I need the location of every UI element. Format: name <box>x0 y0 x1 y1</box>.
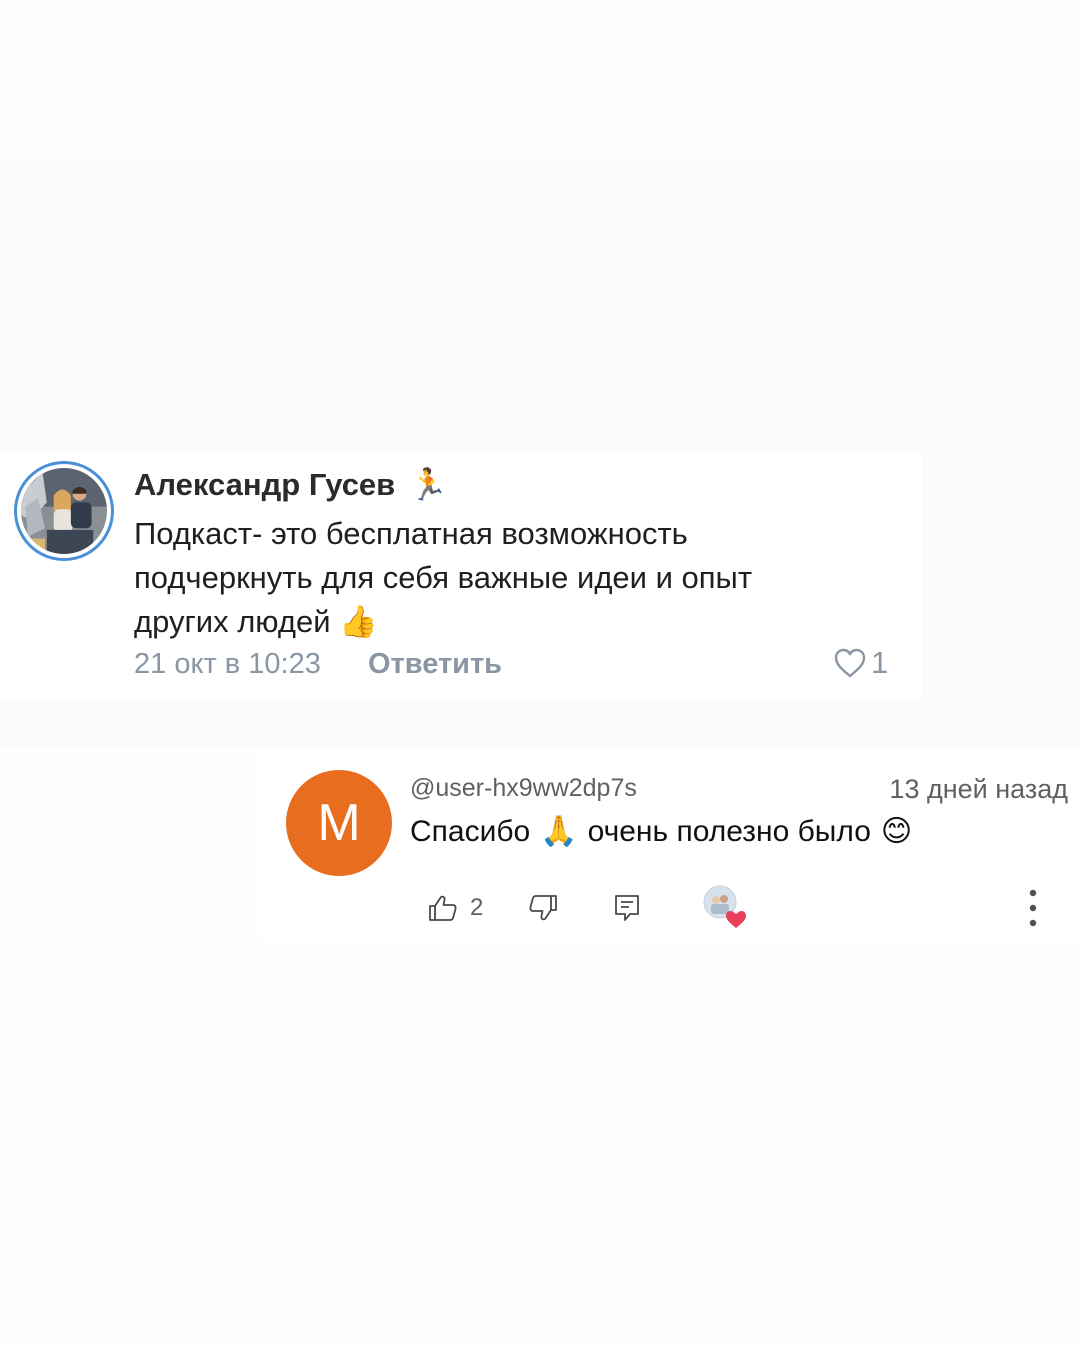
vk-like-button[interactable]: 1 <box>833 645 888 681</box>
thumbs-up-emoji: 👍 <box>339 604 378 639</box>
comment-line-1: Подкаст- это бесплатная возможность <box>134 516 688 551</box>
yt-like-count: 2 <box>470 894 484 921</box>
avatar-letter: M <box>317 794 361 852</box>
vk-author-avatar[interactable] <box>14 461 114 561</box>
yt-reply-button[interactable] <box>612 894 642 927</box>
yt-comment-time: 13 дней назад <box>889 774 1068 804</box>
yt-author-avatar[interactable]: M <box>286 770 392 876</box>
vk-reply-button[interactable]: Ответить <box>368 648 502 681</box>
comment-line-3-text: других людей <box>134 604 331 639</box>
yt-text-part1: Спасибо <box>410 814 531 848</box>
yt-more-button[interactable] <box>1022 888 1044 933</box>
vk-like-count: 1 <box>871 645 889 680</box>
comment-line-2: подчеркнуть для себя важные идеи и опыт <box>134 560 753 595</box>
comment-icon <box>615 895 639 921</box>
smile-emoji: 😊 <box>880 815 913 848</box>
yt-comment-text: Спасибо 🙏 очень полезно было 😊 <box>410 814 922 849</box>
thumb-up-icon <box>429 895 457 921</box>
yt-dislike-button[interactable] <box>528 894 558 927</box>
comment-line-3: других людей 👍 <box>134 600 894 644</box>
more-vertical-icon <box>1029 889 1037 927</box>
yt-author-handle[interactable]: @user-hx9ww2dp7s <box>410 774 637 803</box>
author-name-text: Александр Гусев <box>134 466 396 502</box>
yt-text-part2: очень полезно было <box>587 814 871 848</box>
avatar-photo <box>21 468 107 554</box>
heart-outline-icon <box>834 648 866 678</box>
vk-comment-text: Подкаст- это бесплатная возможность подч… <box>134 512 894 644</box>
thumb-down-icon <box>529 895 557 921</box>
yt-creator-heart[interactable] <box>702 884 748 935</box>
pray-emoji: 🙏 <box>540 815 578 848</box>
vk-author-name[interactable]: Александр Гусев 🏃 <box>134 466 448 503</box>
runner-emoji: 🏃 <box>409 467 448 502</box>
vk-comment-date[interactable]: 21 окт в 10:23 <box>134 648 321 681</box>
yt-like-button[interactable]: 2 <box>428 894 483 922</box>
creator-heart-icon <box>703 885 746 928</box>
